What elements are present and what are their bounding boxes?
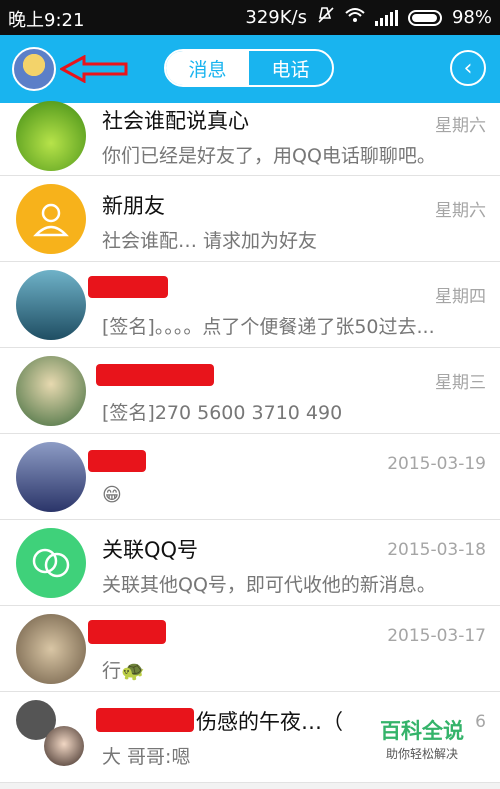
redacted-name (88, 276, 168, 298)
list-item[interactable]: 关联QQ号 2015-03-18 关联其他QQ号，即可代收他的新消息。 (0, 520, 500, 606)
avatar (16, 101, 86, 171)
message-preview: [签名]。。。。点了个便餐递了张50过去... (102, 316, 435, 338)
contact-name: 社会谁配说真心 (102, 109, 249, 133)
new-friend-icon (33, 203, 69, 237)
chevron-left-icon: ‹ (463, 55, 473, 81)
status-time: 晚上9:21 (8, 10, 85, 31)
message-time: 2015-03-18 (387, 540, 486, 560)
message-time: 6 (475, 712, 486, 732)
redacted-name (96, 364, 214, 386)
avatar (44, 726, 84, 766)
conversation-list: 社会谁配说真心 星期六 你们已经是好友了，用QQ电话聊聊吧。 新朋友 星期六 社… (0, 101, 500, 783)
status-bar: 晚上9:21 329K/s 98% (0, 0, 500, 35)
list-item[interactable]: 2015-03-19 😁 (0, 434, 500, 520)
signal-icon (374, 9, 398, 26)
message-time: 2015-03-17 (387, 626, 486, 646)
red-arrow-annotation (60, 55, 128, 83)
battery-icon (407, 9, 442, 26)
message-preview: 你们已经是好友了，用QQ电话聊聊吧。 (102, 145, 436, 167)
list-item[interactable]: 星期三 [签名]270 5600 3710 490 (0, 348, 500, 434)
message-time: 星期三 (435, 373, 486, 393)
message-time: 星期四 (435, 287, 486, 307)
message-time: 2015-03-19 (387, 454, 486, 474)
message-preview: 社会谁配… 请求加为好友 (102, 230, 318, 252)
app-header: 消息 电话 ‹ (0, 35, 500, 103)
contact-name: 关联QQ号 (102, 538, 199, 562)
message-preview: 关联其他QQ号，即可代收他的新消息。 (102, 574, 436, 596)
profile-avatar[interactable] (12, 47, 56, 91)
network-speed: 329K/s (245, 7, 307, 28)
back-button[interactable]: ‹ (450, 50, 486, 86)
list-item[interactable]: 社会谁配说真心 星期六 你们已经是好友了，用QQ电话聊聊吧。 (0, 101, 500, 176)
contact-name: 新朋友 (102, 194, 165, 218)
tab-switch: 消息 电话 (164, 49, 334, 87)
link-qq-icon (32, 548, 70, 578)
group-name: 伤感的午夜…（ (196, 710, 343, 734)
status-right: 329K/s 98% (245, 6, 492, 29)
redacted-name (88, 450, 146, 472)
wifi-icon (345, 7, 365, 28)
avatar (16, 270, 86, 340)
avatar (16, 184, 86, 254)
message-time: 星期六 (435, 116, 486, 136)
watermark-subtitle: 助你轻松解决 (385, 747, 458, 761)
redacted-name (96, 708, 194, 732)
avatar (16, 442, 86, 512)
message-preview: 😁 (102, 484, 122, 506)
avatar (16, 528, 86, 598)
avatar (16, 614, 86, 684)
list-item[interactable]: 2015-03-17 行🐢 (0, 606, 500, 692)
message-preview: [签名]270 5600 3710 490 (102, 402, 343, 424)
battery-level: 98% (451, 7, 492, 28)
avatar (16, 356, 86, 426)
watermark-title: 百科全说 (380, 719, 464, 743)
tab-calls[interactable]: 电话 (249, 51, 332, 85)
message-time: 星期六 (435, 201, 486, 221)
tab-messages[interactable]: 消息 (166, 51, 249, 85)
redacted-name (88, 620, 166, 644)
list-item[interactable]: 新朋友 星期六 社会谁配… 请求加为好友 (0, 176, 500, 262)
mute-icon (317, 6, 335, 29)
watermark: 百科全说 助你轻松解决 (380, 715, 464, 762)
message-preview: 行🐢 (102, 660, 145, 682)
list-item[interactable]: 星期四 [签名]。。。。点了个便餐递了张50过去... (0, 262, 500, 348)
